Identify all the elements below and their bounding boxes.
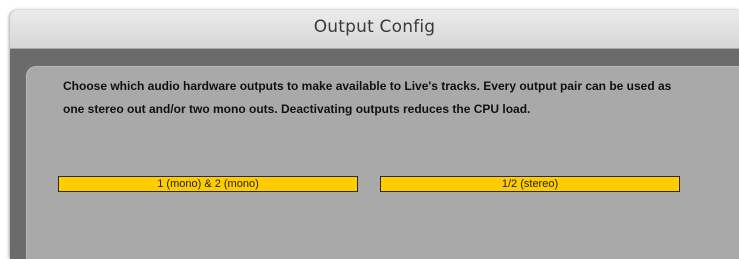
panel-description: Choose which audio hardware outputs to m…	[63, 79, 672, 116]
output-config-panel: Choose which audio hardware outputs to m…	[26, 66, 739, 259]
title-bar[interactable]: Output Config	[10, 10, 739, 49]
window-frame: Choose which audio hardware outputs to m…	[10, 49, 739, 259]
output-toggle-stereo-pair[interactable]: 1/2 (stereo)	[380, 176, 680, 192]
window-title: Output Config	[313, 17, 436, 37]
output-toggle-mono-pair[interactable]: 1 (mono) & 2 (mono)	[58, 176, 358, 192]
output-config-window: Output Config Choose which audio hardwar…	[10, 10, 739, 259]
